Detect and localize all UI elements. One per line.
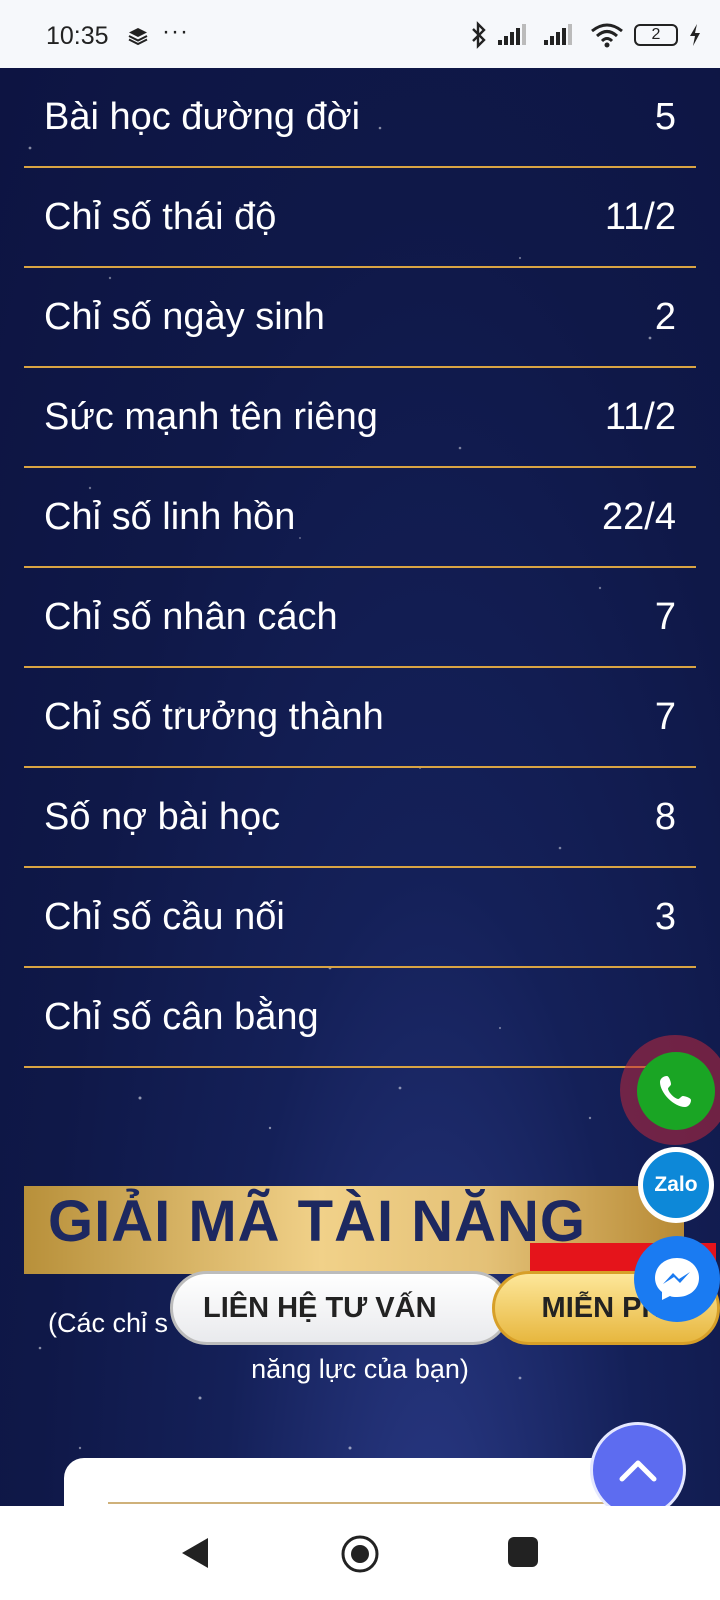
row-label: Chỉ số trưởng thành (44, 695, 384, 738)
system-nav-bar (0, 1506, 720, 1600)
row-label: Bài học đường đời (44, 95, 361, 138)
divider (108, 1502, 608, 1504)
row-label: Chỉ số linh hồn (44, 495, 296, 538)
row-value: 2 (654, 295, 676, 338)
signal-icon (498, 24, 526, 45)
table-row: Chỉ số thái độ 11/2 (24, 168, 696, 268)
page-content[interactable]: Bài học đường đời 5 Chỉ số thái độ 11/2 … (0, 68, 720, 1506)
messenger-button[interactable] (634, 1236, 720, 1322)
row-label: Chỉ số thái độ (44, 195, 277, 238)
subtitle-line: năng lực của bạn) (251, 1354, 469, 1384)
row-label: Chỉ số nhân cách (44, 595, 338, 638)
status-time: 10:35 (46, 22, 109, 50)
row-value: 7 (654, 695, 676, 738)
signal-icon (544, 24, 572, 45)
row-value: 22/4 (602, 495, 676, 538)
status-icons: 2 (470, 20, 702, 50)
wifi-icon (591, 23, 623, 48)
table-row: Sức mạnh tên riêng 11/2 (24, 368, 696, 468)
chevron-up-icon (619, 1460, 657, 1482)
battery-level: 2 (651, 26, 661, 43)
bluetooth-icon (472, 21, 486, 49)
phone-icon (660, 1076, 691, 1107)
row-value: 5 (654, 95, 676, 138)
table-row: Chỉ số trưởng thành 7 (24, 668, 696, 768)
zalo-icon: Zalo (643, 1152, 709, 1218)
charging-icon (690, 24, 700, 46)
section-title: GIẢI MÃ TÀI NĂNG (48, 1189, 586, 1254)
more-notifications-icon: ··· (162, 18, 189, 45)
table-row: Chỉ số ngày sinh 2 (24, 268, 696, 368)
table-row: Chỉ số linh hồn 22/4 (24, 468, 696, 568)
recent-apps-icon[interactable] (508, 1537, 538, 1567)
row-label: Số nợ bài học (44, 795, 281, 838)
content-card (64, 1458, 656, 1506)
battery-icon: 2 (634, 24, 678, 46)
row-value: 11/2 (604, 195, 676, 238)
row-label: Sức mạnh tên riêng (44, 395, 378, 438)
home-icon[interactable] (340, 1534, 380, 1574)
table-row: Chỉ số cân bằng (24, 968, 696, 1068)
numerology-table: Bài học đường đời 5 Chỉ số thái độ 11/2 … (24, 68, 696, 1068)
table-row: Chỉ số nhân cách 7 (24, 568, 696, 668)
zalo-label: Zalo (654, 1173, 698, 1196)
messenger-icon (655, 1258, 699, 1300)
table-row: Chỉ số cầu nối 3 (24, 868, 696, 968)
status-bar: 10:35 ··· 2 (0, 0, 720, 68)
table-row: Số nợ bài học 8 (24, 768, 696, 868)
call-button[interactable] (637, 1052, 715, 1130)
contact-consult-button[interactable]: LIÊN HỆ TƯ VẤN (170, 1271, 510, 1345)
zalo-button[interactable]: Zalo (638, 1147, 714, 1223)
row-label: Chỉ số ngày sinh (44, 295, 325, 338)
row-value: 8 (654, 795, 676, 838)
layers-icon (128, 28, 148, 46)
row-label: Chỉ số cân bằng (44, 995, 319, 1038)
table-row: Bài học đường đời 5 (24, 68, 696, 168)
row-label: Chỉ số cầu nối (44, 895, 285, 938)
back-icon[interactable] (180, 1536, 210, 1570)
row-value: 7 (654, 595, 676, 638)
row-value: 3 (654, 895, 676, 938)
row-value: 11/2 (604, 395, 676, 438)
